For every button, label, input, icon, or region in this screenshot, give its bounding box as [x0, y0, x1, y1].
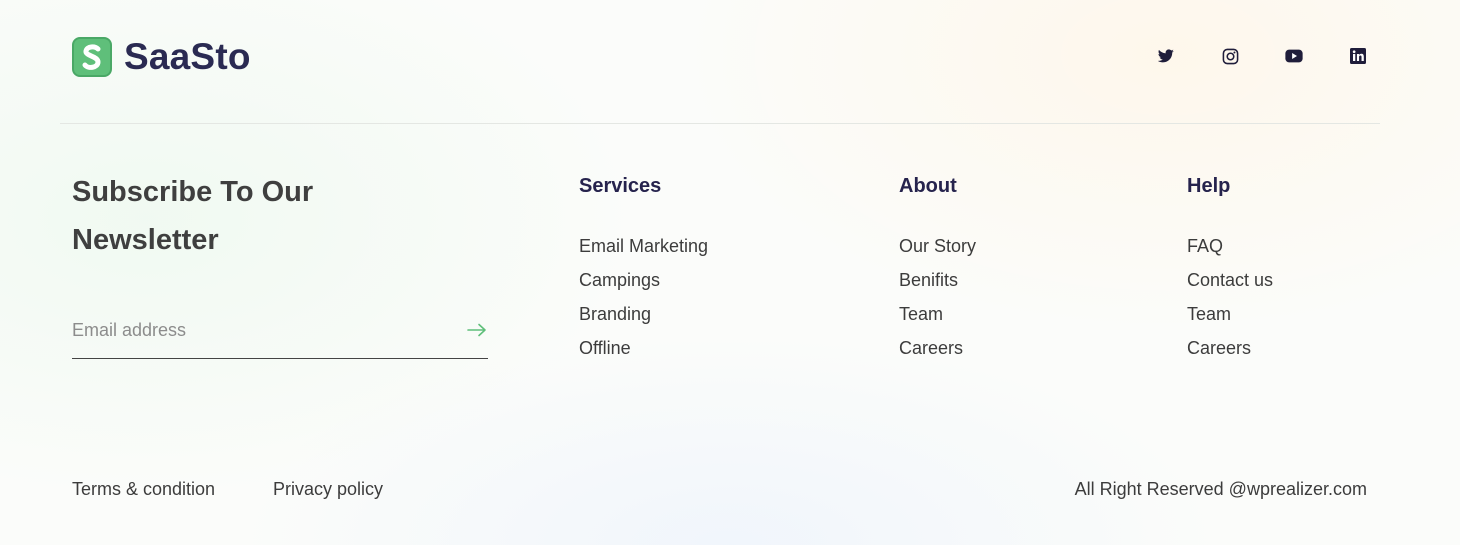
link-offline[interactable]: Offline [579, 336, 708, 384]
link-careers[interactable]: Careers [899, 336, 976, 384]
instagram-icon[interactable] [1220, 46, 1240, 66]
youtube-icon[interactable] [1284, 46, 1304, 66]
twitter-icon[interactable] [1156, 46, 1176, 66]
site-footer: SaaSto Subscribe To Our Newsletter Email… [0, 0, 1460, 545]
arrow-right-icon[interactable] [466, 320, 488, 340]
about-column: About Our Story Benifits Team Careers [899, 172, 976, 384]
newsletter-form [72, 310, 488, 359]
services-title: Services [579, 175, 662, 197]
social-links [1112, 46, 1368, 66]
terms-link[interactable]: Terms & condition [72, 478, 215, 500]
email-input[interactable] [72, 316, 442, 344]
header-divider [60, 123, 1380, 124]
privacy-link[interactable]: Privacy policy [273, 478, 383, 500]
brand[interactable]: SaaSto [72, 37, 251, 77]
about-title: About [899, 175, 957, 197]
newsletter-title: Subscribe To Our Newsletter [72, 176, 314, 256]
linkedin-icon[interactable] [1348, 46, 1368, 66]
link-careers[interactable]: Careers [1187, 336, 1273, 384]
help-links: FAQ Contact us Team Careers [1187, 234, 1273, 384]
saasto-s-logo-icon [72, 37, 112, 77]
brand-name: SaaSto [124, 36, 251, 77]
services-column: Services Email Marketing Campings Brandi… [579, 172, 708, 384]
help-column: Help FAQ Contact us Team Careers [1187, 172, 1273, 384]
about-links: Our Story Benifits Team Careers [899, 234, 976, 384]
copyright-text: All Right Reserved @wprealizer.com [1074, 479, 1367, 499]
help-title: Help [1187, 175, 1231, 197]
services-links: Email Marketing Campings Branding Offlin… [579, 234, 708, 384]
